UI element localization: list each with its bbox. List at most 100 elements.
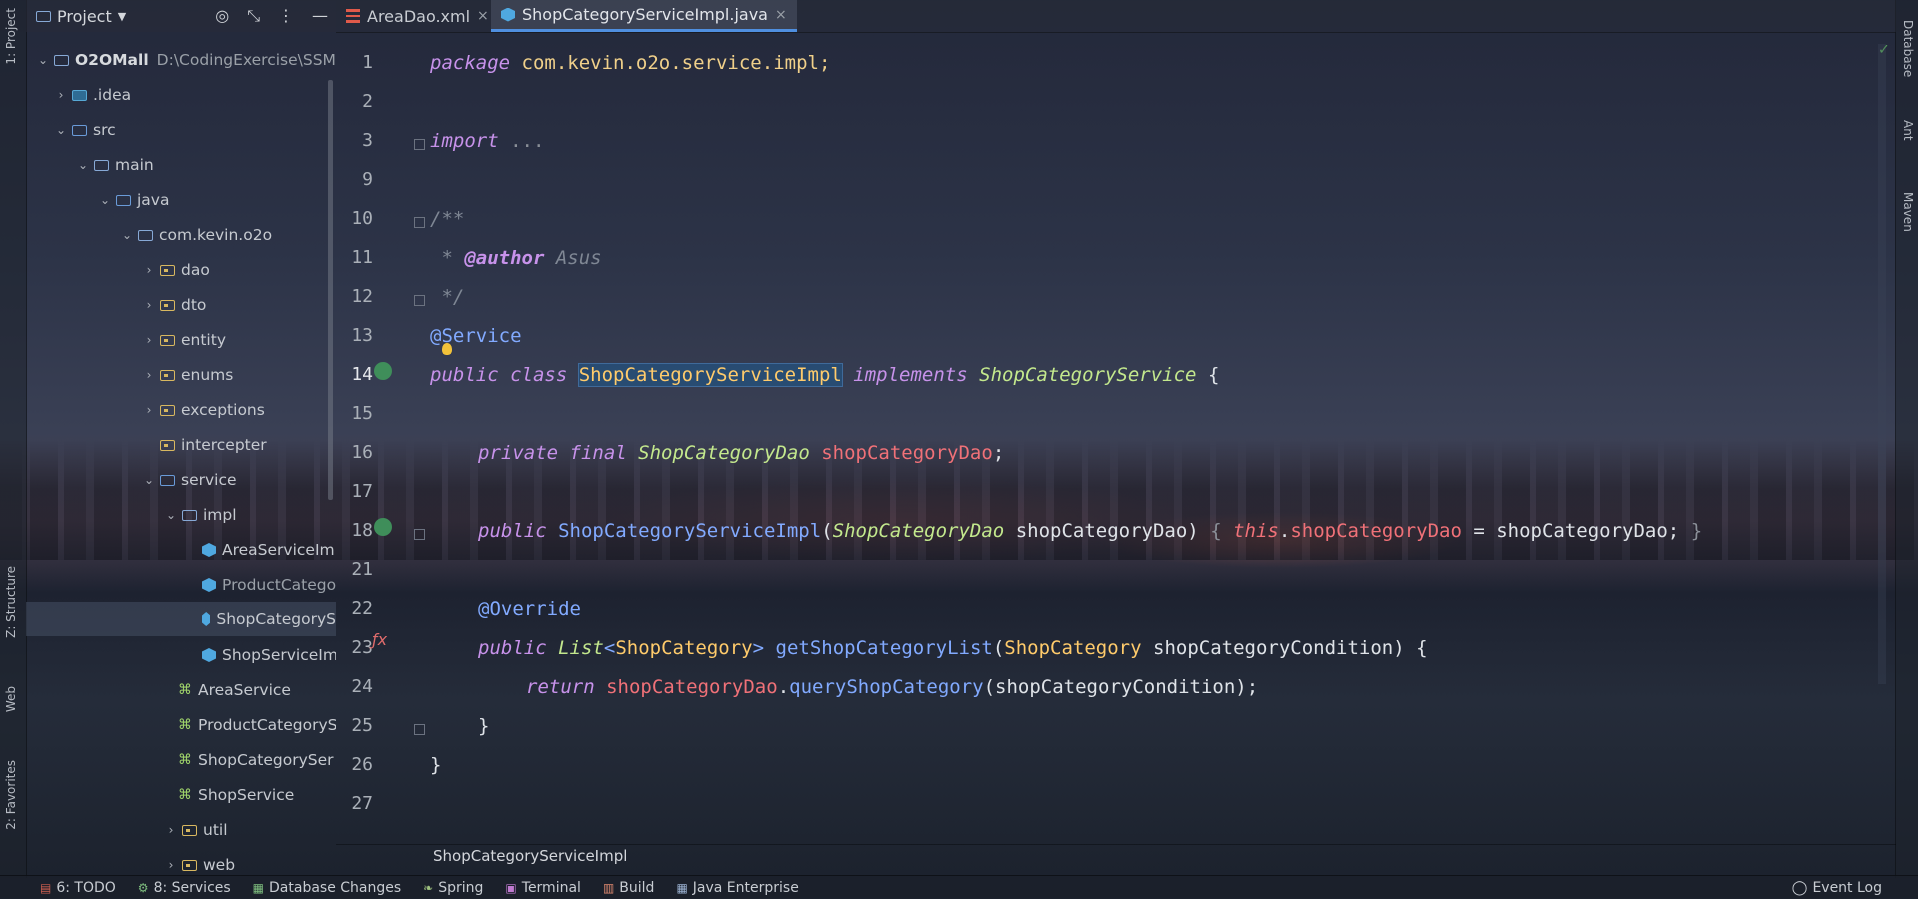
tree-item-label: service <box>181 471 237 489</box>
tree-row[interactable]: ⌘ AreaService <box>178 674 291 706</box>
tree-row[interactable]: ⌄ main <box>76 149 154 181</box>
services-button[interactable]: ⚙ 8: Services <box>138 880 231 896</box>
line-number: 21 <box>351 559 373 580</box>
todo-button[interactable]: ▤ 6: TODO <box>40 880 116 896</box>
bean-gutter-icon[interactable] <box>374 518 392 536</box>
tree-row[interactable]: › dao <box>142 254 210 286</box>
project-view-label: Project <box>57 6 112 26</box>
tab-shopcategoryserviceimpl-java[interactable]: ShopCategoryServiceImpl.java × <box>491 0 797 32</box>
tree-row[interactable]: intercepter <box>142 429 267 461</box>
tree-row[interactable]: ⌘ ShopService <box>178 779 294 811</box>
tree-row[interactable]: ProductCatego <box>198 569 336 601</box>
breadcrumb[interactable]: ShopCategoryServiceImpl <box>336 844 1896 866</box>
chevron-right-icon[interactable]: › <box>54 88 68 102</box>
fold-icon[interactable] <box>414 295 425 306</box>
maven-tool-button[interactable]: Maven <box>1901 192 1915 232</box>
locate-icon[interactable]: ◎ <box>215 6 229 26</box>
tree-row[interactable]: › web <box>164 849 235 874</box>
tree-row[interactable]: › enums <box>142 359 234 391</box>
code-token: * <box>430 247 465 269</box>
tree-row[interactable]: › util <box>164 814 228 846</box>
folder-icon <box>116 194 131 206</box>
chevron-right-icon[interactable]: › <box>142 368 156 382</box>
tree-row[interactable]: ShopServiceIm <box>198 639 336 671</box>
chevron-down-icon[interactable]: ⌄ <box>98 193 112 207</box>
chevron-down-icon[interactable]: ⌄ <box>54 123 68 137</box>
favorites-tool-button[interactable]: 2: Favorites <box>4 760 18 830</box>
tree-row-project[interactable]: ⌄ O2OMall D:\CodingExercise\SSM-S <box>36 44 336 76</box>
close-icon[interactable]: × <box>775 7 787 23</box>
terminal-button[interactable]: ▣ Terminal <box>505 880 581 896</box>
chevron-down-icon[interactable]: ⌄ <box>120 228 134 242</box>
more-options-icon[interactable]: ⋮ <box>278 6 294 26</box>
code-token: shopCategoryCondition) { <box>1153 637 1428 659</box>
tree-row[interactable]: ⌘ ProductCategoryS <box>178 709 336 741</box>
tree-row[interactable]: › dto <box>142 289 207 321</box>
tree-row[interactable]: ⌄ service <box>142 464 237 496</box>
java-enterprise-button[interactable]: ▦ Java Enterprise <box>676 880 798 896</box>
line-number: 10 <box>351 208 373 229</box>
package-icon <box>160 404 175 416</box>
spring-button[interactable]: ❧ Spring <box>423 880 483 896</box>
fold-icon[interactable] <box>414 529 425 540</box>
chevron-right-icon[interactable]: › <box>142 298 156 312</box>
database-changes-button[interactable]: ▦ Database Changes <box>253 880 402 896</box>
implements-gutter-icon[interactable] <box>374 362 392 380</box>
chevron-right-icon[interactable]: › <box>142 403 156 417</box>
event-log-button[interactable]: ◯ Event Log <box>1792 876 1882 899</box>
database-tool-button[interactable]: Database <box>1901 20 1915 77</box>
chevron-down-icon[interactable]: ⌄ <box>36 53 50 67</box>
chevron-right-icon[interactable]: › <box>164 823 178 837</box>
fold-icon[interactable] <box>414 724 425 735</box>
ant-tool-button[interactable]: Ant <box>1901 120 1915 141</box>
tree-row[interactable]: ⌄ src <box>54 114 116 146</box>
close-icon[interactable]: × <box>477 8 489 24</box>
tree-row[interactable]: ⌄ java <box>98 184 170 216</box>
services-label: 8: Services <box>153 879 231 896</box>
chevron-right-icon[interactable]: › <box>142 333 156 347</box>
editor-tabs: AreaDao.xml × ShopCategoryServiceImpl.ja… <box>336 0 1896 33</box>
tree-row-selected[interactable]: ShopCategoryS <box>26 602 336 636</box>
tree-row[interactable]: › exceptions <box>142 394 265 426</box>
tree-row[interactable]: ⌘ ShopCategorySer <box>178 744 334 776</box>
chevron-down-icon[interactable]: ⌄ <box>142 473 156 487</box>
code-token: = shopCategoryDao; <box>1461 520 1680 542</box>
build-button[interactable]: ▥ Build <box>603 880 655 896</box>
tree-row[interactable]: ⌄ impl <box>164 499 237 531</box>
project-tool-button[interactable]: 1: Project <box>4 8 18 65</box>
class-icon <box>202 543 216 557</box>
minimize-icon[interactable]: — <box>312 6 328 26</box>
tree-row[interactable]: AreaServiceImp <box>198 534 336 566</box>
tab-areadao-xml[interactable]: AreaDao.xml × <box>336 0 499 32</box>
fold-icon[interactable] <box>414 217 425 228</box>
chevron-right-icon[interactable]: › <box>142 263 156 277</box>
class-icon <box>202 578 216 592</box>
tree-row[interactable]: ⌄ com.kevin.o2o <box>120 219 272 251</box>
code-token: List <box>558 637 604 659</box>
build-icon: ▥ <box>602 880 615 895</box>
editor-scrollbar[interactable] <box>1878 44 1886 684</box>
code-token: /** <box>430 208 465 230</box>
breadcrumb-item[interactable]: ShopCategoryServiceImpl <box>433 847 627 865</box>
interface-icon: ⌘ <box>178 717 192 733</box>
tab-label: AreaDao.xml <box>367 6 471 26</box>
fold-icon[interactable] <box>414 139 425 150</box>
function-gutter-icon[interactable]: ƒx <box>372 630 387 649</box>
project-view-dropdown[interactable]: Project ▼ <box>26 7 126 26</box>
left-tool-strip: 1: Project Z: Structure Web 2: Favorites <box>0 0 27 878</box>
line-number: 25 <box>351 715 373 736</box>
chevron-down-icon[interactable]: ⌄ <box>76 158 90 172</box>
collapse-all-icon[interactable]: ⤡ <box>247 6 260 26</box>
java-enterprise-label: Java Enterprise <box>692 879 799 896</box>
lightbulb-icon[interactable] <box>442 343 452 355</box>
line-number: 27 <box>351 793 373 814</box>
folded-imports[interactable]: ... <box>510 130 544 152</box>
tree-row[interactable]: › entity <box>142 324 226 356</box>
web-tool-button[interactable]: Web <box>4 686 18 712</box>
code-token: shopCategoryDao <box>821 442 993 464</box>
structure-tool-button[interactable]: Z: Structure <box>4 566 18 638</box>
chevron-right-icon[interactable]: › <box>164 858 178 872</box>
line-number: 24 <box>351 676 373 697</box>
tree-row[interactable]: › .idea <box>54 79 132 111</box>
chevron-down-icon[interactable]: ⌄ <box>164 508 178 522</box>
